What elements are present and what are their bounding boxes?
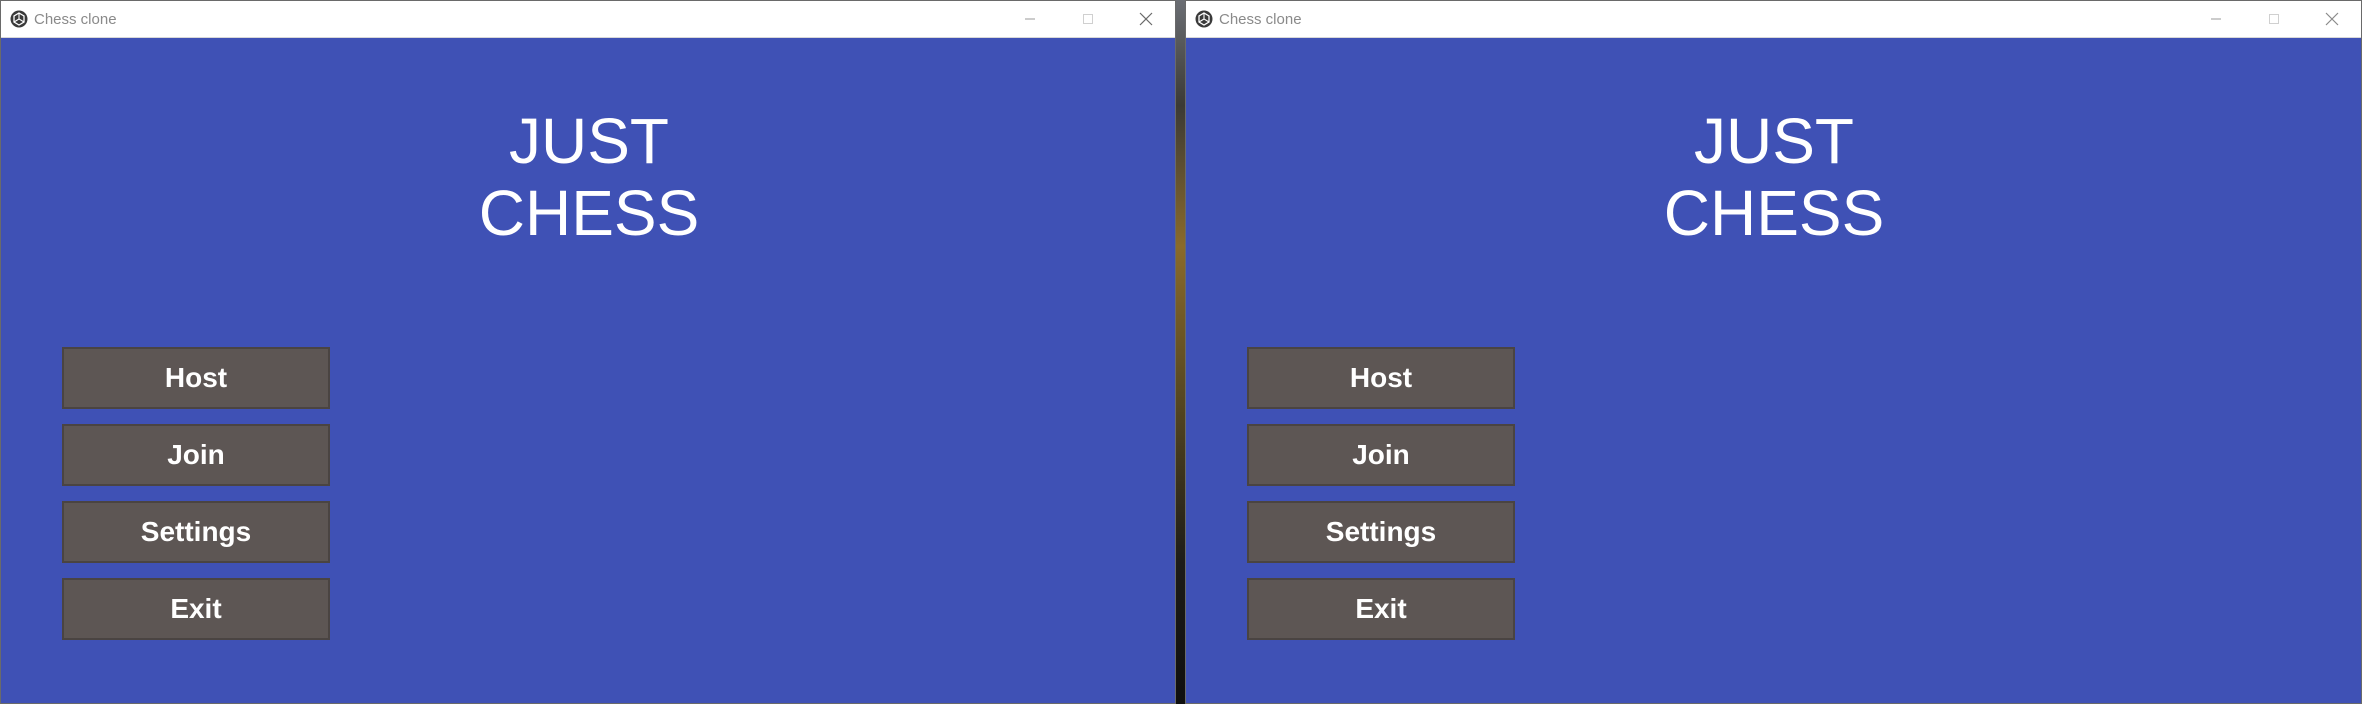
window-title: Chess clone <box>1219 11 1302 28</box>
minimize-button[interactable] <box>1001 1 1059 37</box>
unity-app-icon <box>10 10 28 28</box>
minimize-icon <box>2211 18 2221 20</box>
maximize-icon <box>1083 14 1093 24</box>
game-title-line1: JUST <box>509 105 669 177</box>
maximize-button[interactable] <box>2245 1 2303 37</box>
minimize-button[interactable] <box>2187 1 2245 37</box>
title-bar[interactable]: Chess clone <box>1186 1 2361 38</box>
exit-button[interactable]: Exit <box>1247 578 1515 640</box>
close-icon <box>1139 12 1153 26</box>
close-icon <box>2325 12 2339 26</box>
game-canvas: JUST CHESS Host Join Settings Exit <box>1 38 1175 703</box>
join-button[interactable]: Join <box>1247 424 1515 486</box>
close-button[interactable] <box>2303 1 2361 37</box>
game-window-right: Chess clone JUST CHESS Host Join Setting… <box>1185 0 2362 704</box>
game-title: JUST CHESS <box>1 105 1175 249</box>
settings-button[interactable]: Settings <box>62 501 330 563</box>
desktop: Chess clone JUST CHESS Host Join Setting… <box>0 0 2362 704</box>
host-button[interactable]: Host <box>62 347 330 409</box>
join-button[interactable]: Join <box>62 424 330 486</box>
game-canvas: JUST CHESS Host Join Settings Exit <box>1186 38 2361 703</box>
game-title-line2: CHESS <box>1663 177 1885 249</box>
unity-app-icon <box>1195 10 1213 28</box>
host-button[interactable]: Host <box>1247 347 1515 409</box>
settings-button[interactable]: Settings <box>1247 501 1515 563</box>
game-window-left: Chess clone JUST CHESS Host Join Setting… <box>0 0 1176 704</box>
game-title-line2: CHESS <box>478 177 700 249</box>
close-button[interactable] <box>1117 1 1175 37</box>
game-title-line1: JUST <box>1694 105 1854 177</box>
desktop-background-strip <box>1176 0 1185 704</box>
maximize-button[interactable] <box>1059 1 1117 37</box>
game-title: JUST CHESS <box>1186 105 2361 249</box>
title-bar[interactable]: Chess clone <box>1 1 1175 38</box>
maximize-icon <box>2269 14 2279 24</box>
exit-button[interactable]: Exit <box>62 578 330 640</box>
window-title: Chess clone <box>34 11 117 28</box>
minimize-icon <box>1025 18 1035 20</box>
